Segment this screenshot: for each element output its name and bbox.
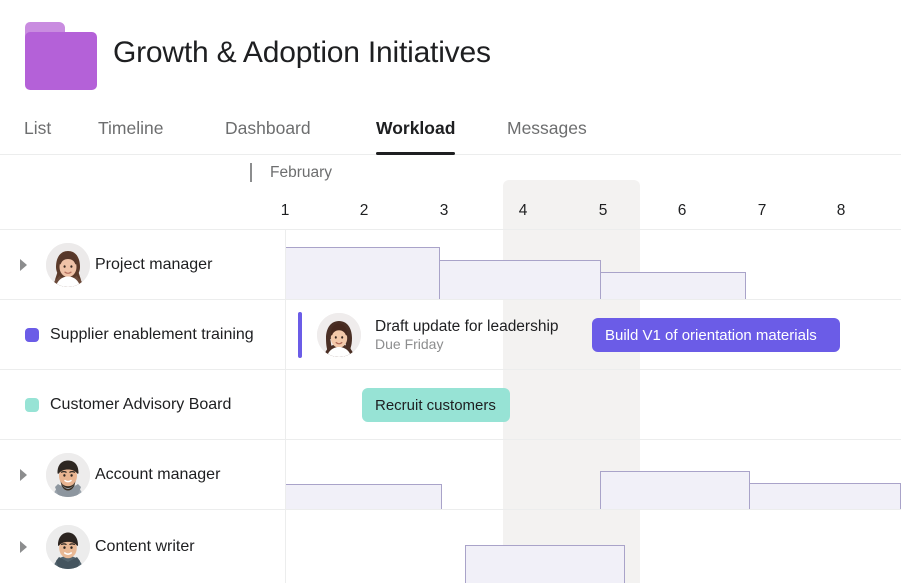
color-swatch (25, 397, 39, 412)
row-label-text: Customer Advisory Board (50, 395, 232, 413)
expand-triangle-icon[interactable] (20, 468, 27, 481)
avatar (46, 524, 90, 569)
tab-list[interactable]: List (24, 101, 51, 155)
task-bar-recruit-customers[interactable]: Recruit customers (362, 388, 510, 422)
panel-divider (285, 230, 286, 583)
table-row: Account manager (0, 440, 901, 510)
row-label-text: Supplier enablement training (50, 325, 254, 343)
avatar (317, 313, 361, 357)
view-tabs: List Timeline Dashboard Workload Message… (0, 101, 901, 155)
expand-triangle-icon[interactable] (20, 258, 27, 271)
capacity-track-content-writer (285, 510, 901, 583)
sidebar-item-supplier-enablement-training[interactable]: Supplier enablement training (0, 300, 285, 369)
month-label: February (270, 164, 333, 181)
table-row: Draft update for leadership Due Friday B… (0, 300, 901, 370)
capacity-step (285, 484, 442, 509)
task-card-text: Draft update for leadership Due Friday (375, 317, 559, 354)
row-label-text: Account manager (95, 465, 221, 483)
folder-body-shape (25, 32, 97, 90)
task-accent-bar (298, 312, 302, 358)
table-row: Content writer (0, 510, 901, 583)
row-label-text: Content writer (95, 537, 195, 555)
day-column-4: 4 (518, 202, 528, 219)
month-tick-marker (250, 163, 252, 182)
day-column-3: 3 (439, 202, 449, 219)
workload-grid: Project manager Draft update for leaders… (0, 230, 901, 583)
page-title: Growth & Adoption Initiatives (113, 36, 491, 69)
capacity-step (600, 272, 746, 299)
capacity-track-project-manager (285, 230, 901, 299)
tab-dashboard[interactable]: Dashboard (225, 101, 311, 155)
tab-messages[interactable]: Messages (507, 101, 587, 155)
capacity-step (285, 247, 440, 299)
day-column-1: 1 (280, 202, 290, 219)
tab-timeline[interactable]: Timeline (98, 101, 163, 155)
project-header: Growth & Adoption Initiatives (0, 0, 901, 101)
sidebar-item-customer-advisory-board[interactable]: Customer Advisory Board (0, 370, 285, 439)
timeline-header: February 1 2 3 4 5 6 7 8 (0, 155, 901, 230)
capacity-step (600, 471, 750, 509)
sidebar-item-content-writer[interactable]: Content writer (0, 510, 285, 583)
workload-view: Growth & Adoption Initiatives List Timel… (0, 0, 901, 583)
tab-workload[interactable]: Workload (376, 101, 456, 155)
expand-triangle-icon[interactable] (20, 540, 27, 553)
task-track-supplier-enablement: Draft update for leadership Due Friday B… (285, 300, 901, 369)
sidebar-item-account-manager[interactable]: Account manager (0, 440, 285, 509)
folder-icon (25, 22, 97, 90)
task-due-date: Due Friday (375, 335, 444, 352)
capacity-step (439, 260, 601, 299)
avatar (46, 242, 90, 287)
task-track-customer-advisory-board: Recruit customers (285, 370, 901, 439)
day-column-5: 5 (598, 202, 608, 219)
day-column-8: 8 (836, 202, 846, 219)
day-column-6: 6 (677, 202, 687, 219)
day-column-7: 7 (757, 202, 767, 219)
task-title: Draft update for leadership (375, 317, 559, 335)
task-bar-build-v1[interactable]: Build V1 of orientation materials (592, 318, 840, 352)
row-label-text: Project manager (95, 255, 213, 273)
table-row: Project manager (0, 230, 901, 300)
sidebar-item-project-manager[interactable]: Project manager (0, 230, 285, 299)
capacity-track-account-manager (285, 440, 901, 509)
task-card-draft-update[interactable]: Draft update for leadership Due Friday (298, 312, 559, 358)
day-column-2: 2 (359, 202, 369, 219)
capacity-step (465, 545, 625, 583)
capacity-step (749, 483, 901, 509)
table-row: Recruit customers Customer Advisory Boar… (0, 370, 901, 440)
avatar (46, 452, 90, 497)
color-swatch (25, 327, 39, 342)
